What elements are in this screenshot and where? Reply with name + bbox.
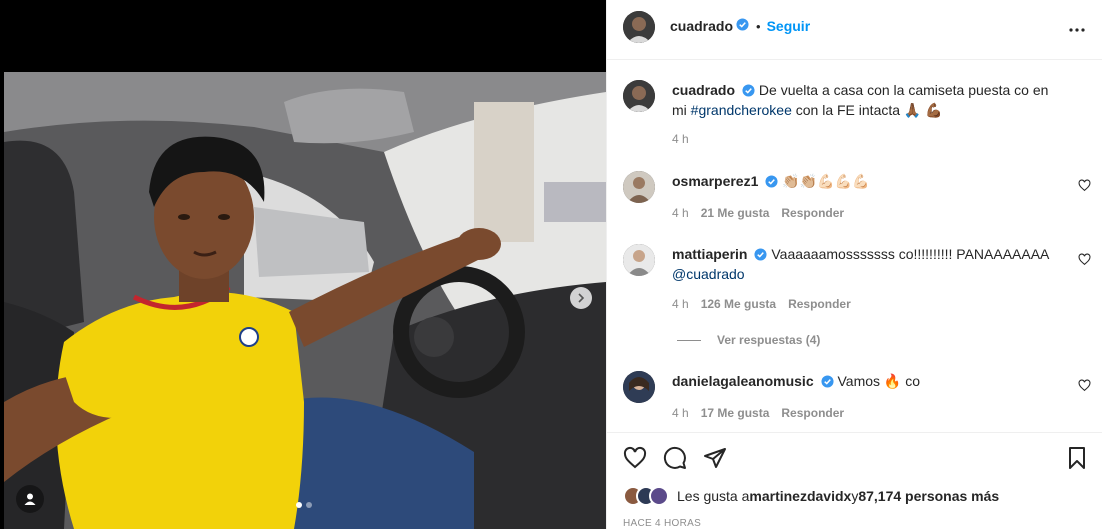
likes-count[interactable]: 87,174 personas más — [858, 488, 999, 504]
caption-meta: 4 h — [672, 132, 689, 146]
comment-username[interactable]: mattiaperin — [672, 246, 747, 262]
post-media — [0, 0, 606, 529]
comment-meta: 4 h 17 Me gusta Responder — [672, 406, 844, 420]
mention-link[interactable]: @cuadrado — [672, 266, 745, 282]
reply-button[interactable]: Responder — [788, 297, 851, 311]
next-photo-button[interactable] — [570, 287, 592, 309]
reply-button[interactable]: Responder — [781, 406, 844, 420]
hashtag-link[interactable]: #grandcherokee — [691, 102, 792, 118]
liker-username[interactable]: martinezdavidx — [749, 488, 851, 504]
likes-prefix: Les gusta a — [677, 488, 750, 504]
avatar[interactable] — [623, 371, 655, 403]
post-details-panel: cuadrado • Seguir cuadrado De vuelta a c… — [606, 0, 1102, 529]
share-send-icon[interactable] — [703, 446, 727, 473]
comment-text: osmarperez1 👏🏼👏🏼💪🏻💪🏻💪🏻 — [672, 172, 1067, 192]
comment-text: mattiaperin Vaaaaaamosssssss co!!!!!!!!!… — [672, 245, 1067, 283]
chevron-right-icon — [578, 293, 585, 303]
verified-badge-icon — [742, 83, 755, 101]
avatar[interactable] — [623, 171, 655, 203]
comment-time: 4 h — [672, 297, 689, 311]
verified-badge-icon — [765, 174, 778, 192]
avatar[interactable] — [623, 244, 655, 276]
comment-time: 4 h — [672, 406, 689, 420]
comment-likes[interactable]: 21 Me gusta — [701, 206, 770, 220]
comment-time: 4 h — [672, 206, 689, 220]
comment-body: 👏🏼👏🏼💪🏻💪🏻💪🏻 — [782, 173, 870, 189]
comment-meta: 4 h 126 Me gusta Responder — [672, 297, 851, 311]
carousel-dot — [306, 502, 312, 508]
reply-button[interactable]: Responder — [781, 206, 844, 220]
liker-avatars[interactable] — [623, 486, 669, 506]
verified-badge-icon — [736, 18, 749, 34]
post-photo[interactable] — [4, 72, 606, 529]
user-icon — [24, 493, 36, 505]
separator: • — [756, 18, 761, 34]
bookmark-icon[interactable] — [1065, 446, 1089, 473]
comment-bubble-icon[interactable] — [663, 446, 687, 473]
verified-badge-icon — [821, 374, 834, 392]
like-comment-heart-icon[interactable] — [1078, 179, 1091, 195]
post-username[interactable]: cuadrado — [670, 18, 733, 34]
post-timestamp[interactable]: HACE 4 HORAS — [623, 518, 701, 529]
comment-body: Vamos 🔥 co — [837, 373, 921, 389]
avatar — [649, 486, 669, 506]
comment-likes[interactable]: 17 Me gusta — [701, 406, 770, 420]
carousel-indicator — [296, 502, 312, 508]
avatar[interactable] — [623, 80, 655, 112]
avatar[interactable] — [623, 11, 655, 43]
view-replies-button[interactable]: Ver respuestas (4) — [677, 333, 820, 347]
carousel-dot — [296, 502, 302, 508]
comment-body: Vaaaaaamosssssss co!!!!!!!!!! PANAAAAAAA — [771, 246, 1049, 262]
view-replies-label: Ver respuestas (4) — [717, 333, 821, 347]
comment-likes[interactable]: 126 Me gusta — [701, 297, 776, 311]
follow-button[interactable]: Seguir — [767, 18, 811, 34]
verified-badge-icon — [754, 247, 768, 265]
caption-time: 4 h — [672, 132, 689, 146]
divider — [677, 339, 701, 341]
caption-username[interactable]: cuadrado — [672, 82, 735, 98]
tagged-users-button[interactable] — [16, 485, 44, 513]
like-comment-heart-icon[interactable] — [1078, 253, 1091, 269]
comment-text: danielagaleanomusic Vamos 🔥 co — [672, 372, 1067, 392]
more-options-icon[interactable] — [1065, 18, 1089, 42]
post-header: cuadrado • Seguir — [607, 0, 1102, 60]
likes-middle: y — [851, 488, 859, 504]
likes-summary: Les gusta a martinezdavidx y 87,174 pers… — [623, 486, 999, 506]
like-heart-icon[interactable] — [623, 446, 647, 473]
comment-username[interactable]: danielagaleanomusic — [672, 373, 814, 389]
caption-body-2: con la FE intacta 🙏🏾 💪🏾 — [791, 102, 943, 118]
like-comment-heart-icon[interactable] — [1078, 379, 1091, 395]
action-bar — [607, 432, 1102, 482]
caption-text: cuadrado De vuelta a casa con la camiset… — [672, 81, 1067, 119]
comment-meta: 4 h 21 Me gusta Responder — [672, 206, 844, 220]
comment-username[interactable]: osmarperez1 — [672, 173, 758, 189]
